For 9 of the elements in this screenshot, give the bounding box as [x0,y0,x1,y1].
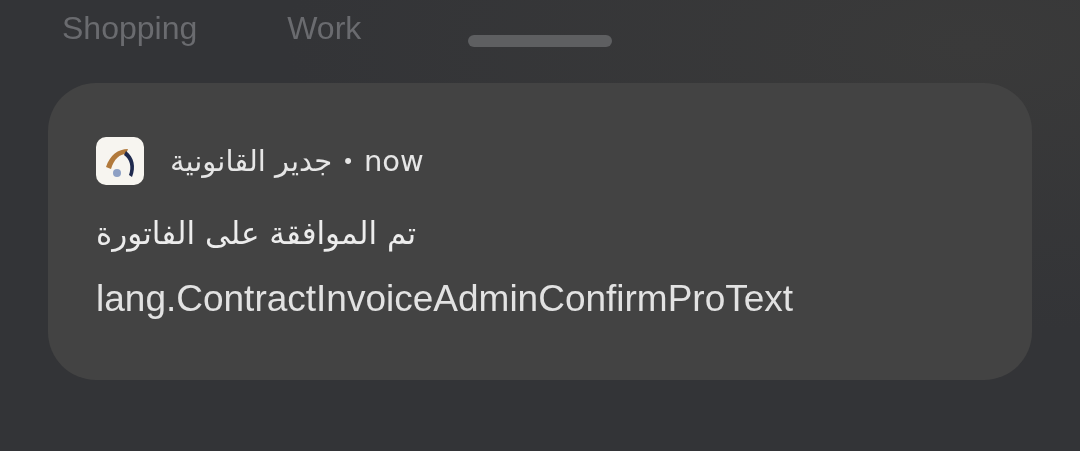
notification-body: lang.ContractInvoiceAdminConfirmProText [96,277,795,321]
drag-handle[interactable] [468,35,612,47]
tab-label: Work [287,10,362,46]
app-name: جدير القانونية [170,144,333,178]
app-icon [96,137,144,185]
notification-time: now [363,144,424,178]
tab-label: Shopping [62,10,198,46]
notification-title: تم الموافقة على الفاتورة [96,214,418,254]
separator-dot: • [344,148,352,174]
